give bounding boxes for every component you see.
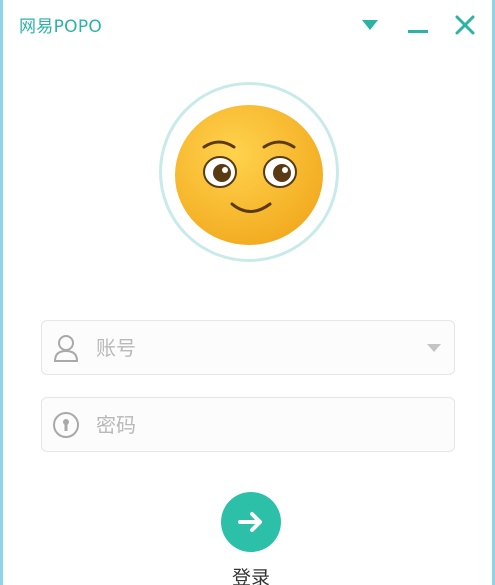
login-button[interactable] (221, 492, 281, 552)
account-field[interactable] (41, 320, 455, 375)
triangle-down-icon (362, 20, 378, 30)
login-label: 登录 (231, 567, 270, 585)
account-input[interactable] (96, 331, 416, 365)
account-dropdown-button[interactable] (424, 339, 444, 357)
avatar[interactable] (159, 82, 339, 262)
minimize-icon (408, 30, 428, 33)
menu-button[interactable] (353, 8, 387, 42)
app-title: 网易POPO (19, 17, 103, 37)
smiley-face-icon (175, 105, 323, 245)
user-icon (50, 332, 82, 364)
lock-icon (50, 409, 82, 441)
arrow-right-icon (238, 512, 262, 532)
chevron-down-icon (427, 344, 441, 352)
login-window: 网易POPO 账号 登录 (0, 0, 495, 585)
password-input[interactable] (96, 408, 416, 442)
password-field[interactable] (41, 397, 455, 452)
close-button[interactable] (448, 8, 482, 42)
minimize-button[interactable] (401, 8, 435, 42)
title-bar[interactable]: 网易POPO (3, 0, 492, 50)
close-icon (455, 15, 475, 35)
